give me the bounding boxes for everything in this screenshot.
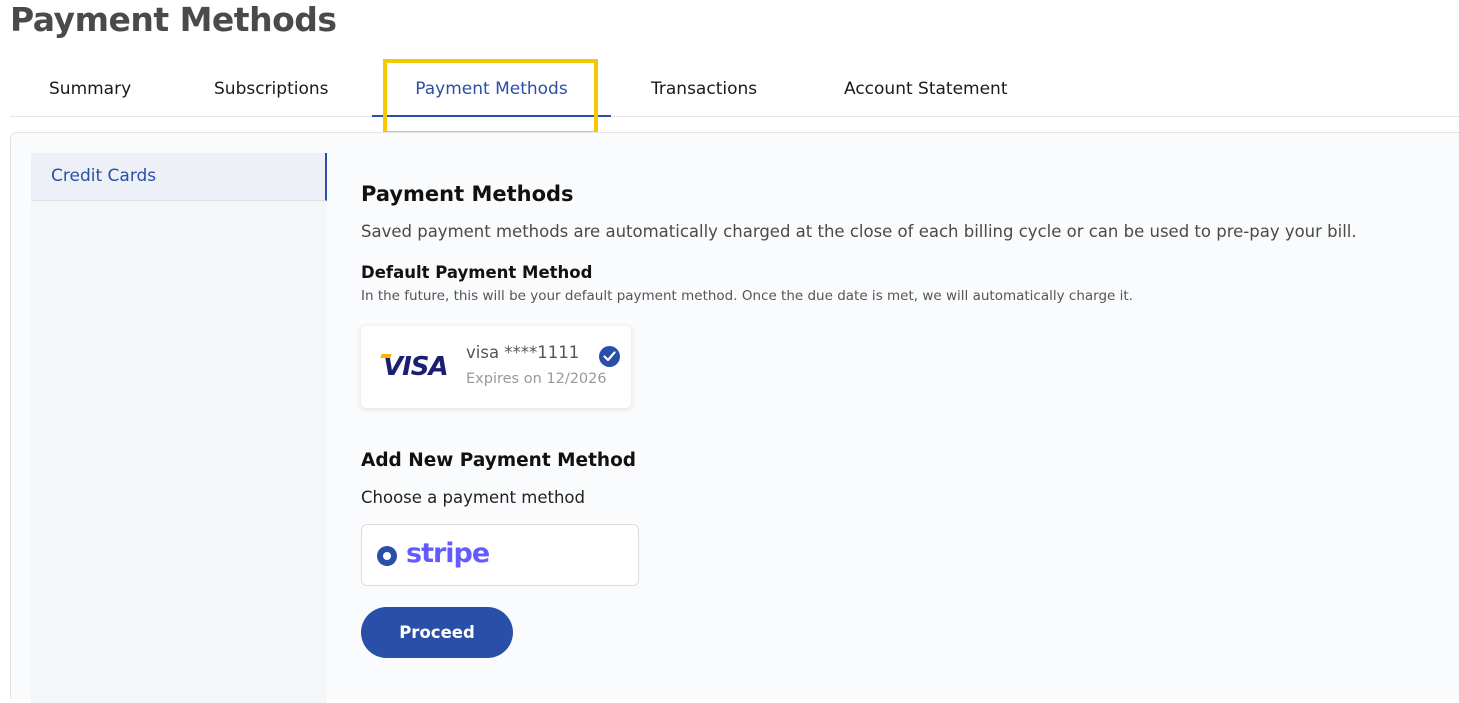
add-method-title: Add New Payment Method (361, 450, 637, 471)
stripe-logo-icon: stripe (406, 538, 490, 569)
default-method-title: Default Payment Method (361, 263, 593, 282)
saved-card[interactable]: VISA visa ****1111 Expires on 12/2026 (361, 326, 631, 408)
choose-method-label: Choose a payment method (361, 488, 585, 507)
sidebar: Credit Cards (31, 153, 327, 703)
card-expiry: Expires on 12/2026 (466, 371, 607, 387)
tab-payment-methods[interactable]: Payment Methods (372, 62, 611, 117)
content: Payment Methods Saved payment methods ar… (361, 178, 1459, 658)
main-panel: Credit Cards Payment Methods Saved payme… (10, 132, 1459, 703)
section-description: Saved payment methods are automatically … (361, 222, 1357, 241)
radio-selected-icon[interactable] (377, 546, 397, 566)
visa-logo-icon: VISA (380, 351, 449, 383)
tab-subscriptions[interactable]: Subscriptions (214, 62, 328, 116)
section-title: Payment Methods (361, 182, 574, 206)
stripe-option[interactable]: stripe (361, 524, 639, 586)
tab-bar: Summary Subscriptions Payment Methods Tr… (10, 62, 1459, 117)
default-method-description: In the future, this will be your default… (361, 288, 1133, 304)
tab-summary[interactable]: Summary (49, 62, 131, 116)
sidebar-item-credit-cards[interactable]: Credit Cards (31, 153, 327, 201)
tab-account-statement[interactable]: Account Statement (844, 62, 1008, 116)
proceed-button[interactable]: Proceed (361, 607, 513, 658)
card-number: visa ****1111 (466, 343, 580, 362)
page-title: Payment Methods (10, 0, 337, 39)
check-circle-icon (599, 346, 620, 367)
tab-transactions[interactable]: Transactions (651, 62, 757, 116)
